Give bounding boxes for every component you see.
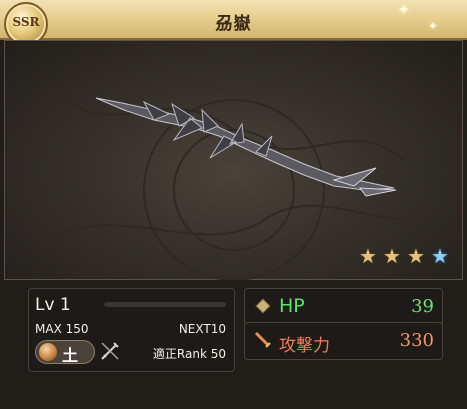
element-label: 土 (62, 346, 79, 365)
attack-stat-row: 攻撃力 330 (244, 322, 443, 360)
attack-label: 攻撃力 (279, 336, 330, 356)
sparkle-icon: ✦ (397, 0, 411, 19)
level-panel: Lv 1 MAX 150 NEXT10 土 適正Rank 50 (28, 288, 235, 372)
hp-stat-row: HP 39 (244, 288, 443, 326)
earth-element-icon (39, 343, 57, 361)
header-banner: SSR 刕嶽 ✦ ✦ (0, 0, 467, 46)
sword-icon (254, 331, 271, 348)
level-label: Lv 1 (35, 295, 71, 315)
star-blue-icon: ★ (431, 244, 449, 268)
blade-shape (95, 97, 397, 197)
hp-value: 39 (411, 296, 434, 317)
max-level: MAX 150 (35, 322, 89, 336)
weapon-type-icon (101, 342, 119, 360)
recommended-rank: 適正Rank 50 (152, 347, 226, 361)
diamond-icon (255, 298, 271, 314)
sparkle-icon: ✦ (428, 19, 439, 33)
star-icon: ★ (383, 244, 401, 268)
star-icon: ★ (359, 244, 377, 268)
exp-bar (104, 302, 226, 307)
star-rating: ★ ★ ★ ★ (358, 246, 458, 266)
attack-value: 330 (399, 330, 434, 351)
hp-label: HP (279, 295, 305, 317)
next-exp: NEXT10 (178, 322, 226, 336)
element-badge: 土 (35, 340, 95, 365)
weapon-detail-card: SSR 刕嶽 ✦ ✦ ★ ★ ★ ★ Lv 1 MAX 150 NEXT10 土… (0, 0, 467, 409)
star-icon: ★ (407, 244, 425, 268)
